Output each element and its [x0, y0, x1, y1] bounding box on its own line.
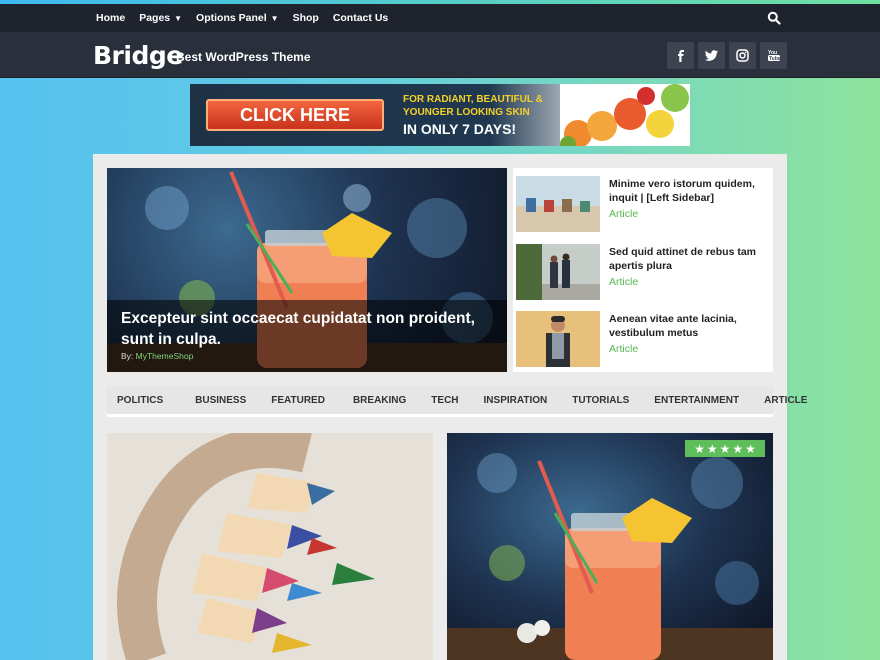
site-header: Bridge Best WordPress Theme You Tube — [0, 32, 880, 78]
side-post-thumbnail — [516, 311, 600, 367]
star-icon: ★ — [719, 441, 731, 456]
post-card-image — [107, 433, 433, 660]
side-post-category[interactable]: Article — [609, 343, 638, 355]
category-tab-entertainment[interactable]: ENTERTAINMENT — [644, 395, 749, 406]
ad-banner[interactable]: CLICK HERE FOR RADIANT, BEAUTIFUL & YOUN… — [190, 84, 690, 146]
post-card-image — [447, 433, 773, 660]
ad-text-line: IN ONLY 7 DAYS! — [403, 121, 517, 137]
top-navigation: Home Pages ▼ Options Panel ▼ Shop Contact … — [0, 4, 880, 32]
nav-item-pages[interactable]: Pages ▼ — [139, 12, 182, 24]
nav-item-shop[interactable]: Shop — [293, 12, 319, 24]
featured-caption: Excepteur sint occaecat cupidatat non pr… — [107, 300, 507, 372]
category-tab-tutorials[interactable]: TUTORIALS — [562, 395, 639, 406]
post-card[interactable] — [107, 433, 433, 660]
star-icon: ★ — [694, 441, 705, 456]
star-icon: ★ — [732, 441, 744, 456]
nav-label: Shop — [292, 12, 319, 24]
nav-item-options-panel[interactable]: Options Panel ▼ — [196, 12, 279, 24]
caret-down-icon: ▼ — [270, 13, 279, 23]
facebook-icon[interactable] — [667, 42, 694, 69]
category-tab-article[interactable]: ARTICLE — [754, 395, 817, 406]
nav-label: Contact Us — [332, 12, 389, 24]
site-logo[interactable]: Bridge — [93, 41, 183, 70]
twitter-icon[interactable] — [698, 42, 725, 69]
nav-item-home[interactable]: Home — [96, 12, 125, 24]
side-post-item[interactable]: Sed quid attinet de rebus tam apertis pl… — [516, 244, 770, 302]
byline-prefix: By: — [121, 351, 136, 361]
post-card[interactable]: ★ ★ ★ ★ ★ — [447, 433, 773, 660]
side-post-item[interactable]: Aenean vitae ante lacinia, vestibulum me… — [516, 311, 770, 369]
featured-byline: By: MyThemeShop — [121, 351, 193, 361]
youtube-icon[interactable]: You Tube — [760, 42, 787, 69]
instagram-icon[interactable] — [729, 42, 756, 69]
nav-item-contact-us[interactable]: Contact Us — [333, 12, 388, 24]
featured-title[interactable]: Excepteur sint occaecat cupidatat non pr… — [121, 308, 501, 350]
side-post-thumbnail — [516, 244, 600, 300]
caret-down-icon: ▼ — [174, 13, 183, 23]
nav-label: Pages — [139, 12, 171, 24]
side-post-title[interactable]: Minime vero istorum quidem, inquit | [Le… — [609, 177, 769, 205]
author-link[interactable]: MyThemeShop — [136, 351, 194, 361]
fruit-image — [560, 84, 690, 146]
nav-label: Home — [96, 12, 126, 24]
site-tagline: Best WordPress Theme — [176, 50, 311, 64]
star-icon: ★ — [706, 441, 718, 456]
rating-badge: ★ ★ ★ ★ ★ — [685, 440, 765, 457]
category-tab-inspiration[interactable]: INSPIRATION — [474, 395, 558, 406]
nav-label: Options Panel — [196, 12, 267, 24]
category-tab-breaking[interactable]: BREAKING — [343, 395, 416, 406]
category-tab-politics[interactable]: POLITICS — [107, 395, 173, 406]
side-post-title[interactable]: Sed quid attinet de rebus tam apertis pl… — [609, 245, 769, 273]
side-post-item[interactable]: Minime vero istorum quidem, inquit | [Le… — [516, 176, 770, 234]
category-tab-tech[interactable]: TECH — [421, 395, 468, 406]
side-post-list: Minime vero istorum quidem, inquit | [Le… — [513, 168, 773, 372]
ad-text-line: FOR RADIANT, BEAUTIFUL & — [403, 94, 543, 105]
search-icon[interactable] — [767, 11, 781, 25]
svg-text:Tube: Tube — [769, 56, 781, 62]
side-post-title[interactable]: Aenean vitae ante lacinia, vestibulum me… — [609, 312, 769, 340]
category-tab-featured[interactable]: FEATURED — [261, 395, 335, 406]
featured-post[interactable]: Excepteur sint occaecat cupidatat non pr… — [107, 168, 507, 372]
ad-click-button[interactable]: CLICK HERE — [206, 99, 384, 131]
side-post-category[interactable]: Article — [609, 208, 638, 220]
main-content: Excepteur sint occaecat cupidatat non pr… — [93, 154, 807, 660]
side-post-thumbnail — [516, 176, 600, 232]
star-icon: ★ — [745, 441, 756, 456]
category-tab-business[interactable]: BUSINESS — [185, 395, 256, 406]
ad-text-line: YOUNGER LOOKING SKIN — [403, 107, 530, 118]
category-bar: POLITICS BUSINESS FEATURED BREAKING TECH… — [107, 386, 807, 417]
side-post-category[interactable]: Article — [609, 276, 638, 288]
